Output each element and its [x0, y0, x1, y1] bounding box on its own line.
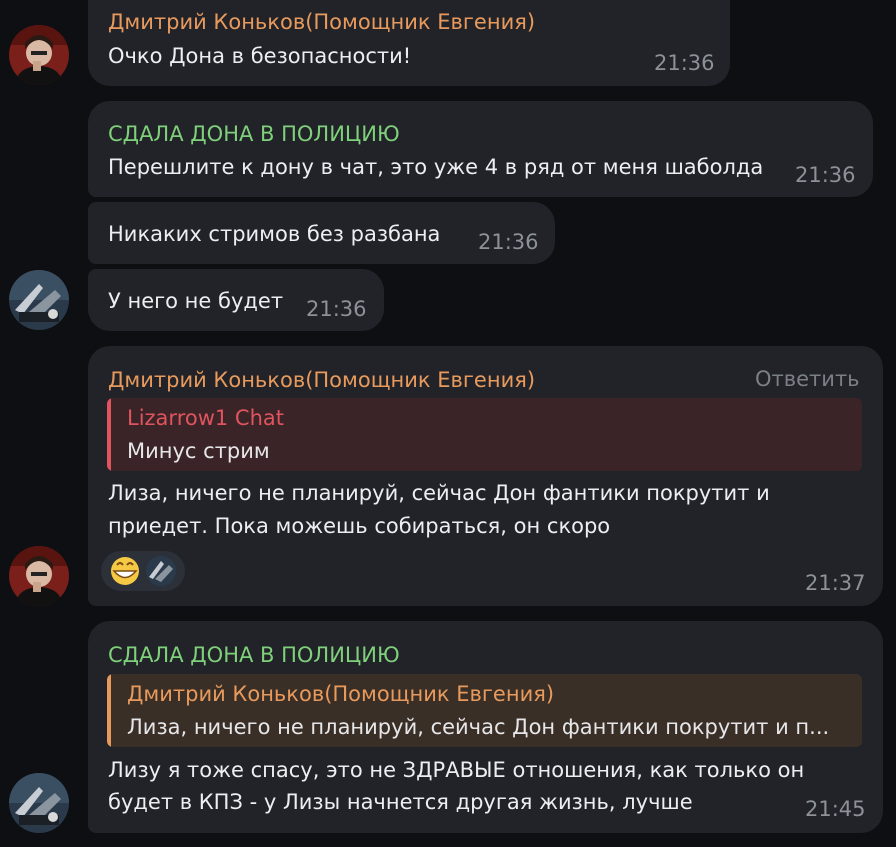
avatar-user-image	[9, 270, 69, 330]
reaction-chip[interactable]	[101, 551, 185, 591]
message-time: 21:36	[795, 163, 856, 187]
reply-quote[interactable]: Дмитрий Коньков(Помощник Евгения) Лиза, …	[107, 674, 862, 747]
message-bubble[interactable]: Никаких стримов без разбана 21:36	[88, 202, 555, 264]
message-bubble[interactable]: СДАЛА ДОНА В ПОЛИЦИЮ Дмитрий Коньков(Пом…	[88, 621, 883, 833]
sender-name[interactable]: Дмитрий Коньков(Помощник Евгения)	[108, 367, 535, 393]
message-text-line: будет в КПЗ - у Лизы начнется другая жиз…	[108, 790, 693, 814]
message-text-line: приедет. Пока можешь собираться, он скор…	[108, 514, 611, 538]
sender-name[interactable]: СДАЛА ДОНА В ПОЛИЦИЮ	[108, 121, 400, 147]
message-text: Очко Дона в безопасности!	[108, 44, 412, 68]
avatar-user[interactable]	[9, 270, 69, 330]
avatar-dmitry-image	[9, 546, 69, 606]
avatar-user-image	[9, 773, 69, 833]
message-bubble[interactable]: У него не будет 21:36	[88, 269, 384, 331]
sender-name[interactable]: Дмитрий Коньков(Помощник Евгения)	[108, 9, 535, 35]
message-text: Никаких стримов без разбана	[108, 222, 441, 246]
quote-sender-name: Lizarrow1 Chat	[127, 406, 284, 430]
message-time: 21:36	[654, 51, 715, 75]
quote-text: Лиза, ничего не планируй, сейчас Дон фан…	[127, 715, 830, 739]
reply-quote[interactable]: Lizarrow1 Chat Минус стрим	[107, 398, 862, 471]
reaction-icons	[111, 556, 176, 586]
quote-bar	[107, 674, 111, 747]
avatar-dmitry[interactable]	[9, 546, 69, 606]
message-time: 21:45	[805, 797, 866, 821]
message-text: У него не будет	[108, 289, 284, 313]
message-bubble[interactable]: Дмитрий Коньков(Помощник Евгения) Ответи…	[88, 346, 883, 606]
message-time: 21:36	[306, 297, 367, 321]
message-bubble[interactable]: СДАЛА ДОНА В ПОЛИЦИЮ Перешлите к дону в …	[88, 101, 873, 197]
message-time: 21:36	[478, 230, 539, 254]
quote-bar	[107, 398, 111, 471]
message-text-line: Лиза, ничего не планируй, сейчас Дон фан…	[108, 481, 770, 505]
sender-name[interactable]: СДАЛА ДОНА В ПОЛИЦИЮ	[108, 642, 400, 668]
avatar-dmitry-image	[9, 25, 69, 85]
message-bubble[interactable]: Дмитрий Коньков(Помощник Евгения) Очко Д…	[88, 0, 730, 86]
avatar-dmitry[interactable]	[9, 25, 69, 85]
message-time: 21:37	[805, 571, 866, 595]
quote-text: Минус стрим	[127, 439, 270, 463]
quote-sender-name: Дмитрий Коньков(Помощник Евгения)	[127, 682, 555, 706]
grinning-face-emoji-icon	[111, 557, 139, 585]
avatar-user[interactable]	[9, 773, 69, 833]
message-text-line: Лизу я тоже спасу, это не ЗДРАВЫЕ отноше…	[108, 758, 805, 782]
user-avatar-reaction-icon	[146, 556, 176, 586]
reply-button[interactable]: Ответить	[755, 367, 860, 391]
message-text: Перешлите к дону в чат, это уже 4 в ряд …	[108, 155, 764, 179]
